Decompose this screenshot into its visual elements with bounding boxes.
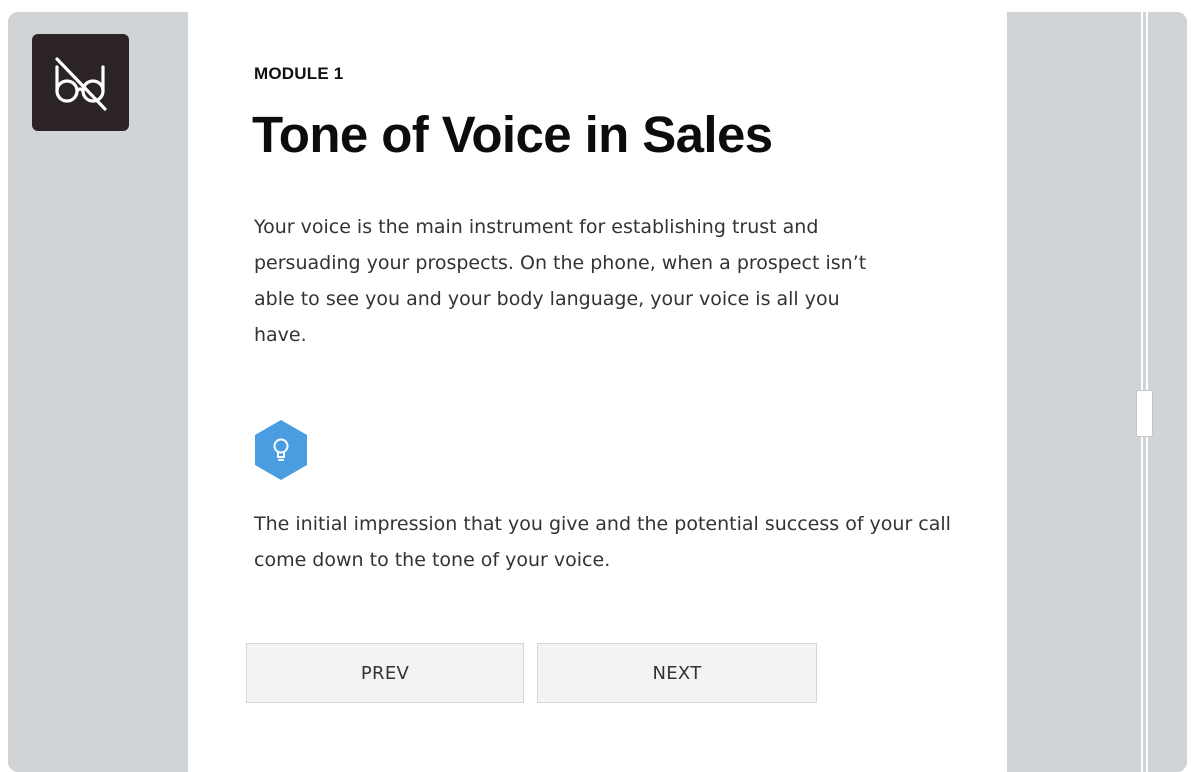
lesson-paragraph: The initial impression that you give and…	[254, 513, 951, 571]
glasses-crossed-icon	[49, 51, 113, 115]
module-label: MODULE 1	[254, 64, 344, 83]
prev-button[interactable]: PREV	[246, 643, 524, 703]
lightbulb-icon	[252, 418, 310, 482]
next-button[interactable]: NEXT	[537, 643, 817, 703]
logo-button[interactable]	[32, 34, 129, 131]
lesson-paragraph: Your voice is the main instrument for es…	[254, 216, 867, 346]
scrollbar-thumb[interactable]	[1136, 390, 1153, 437]
lesson-panel: MODULE 1 Tone of Voice in Sales Your voi…	[188, 12, 1007, 772]
app-frame: MODULE 1 Tone of Voice in Sales Your voi…	[8, 12, 1187, 772]
lesson-title: Tone of Voice in Sales	[252, 106, 773, 163]
